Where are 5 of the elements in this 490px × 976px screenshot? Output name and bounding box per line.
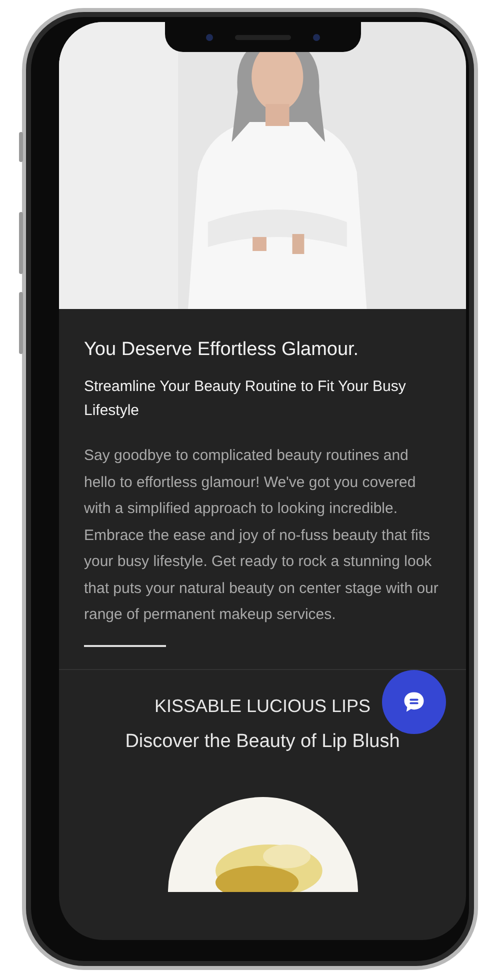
section-title: You Deserve Effortless Glamour. bbox=[84, 339, 360, 361]
body-paragraph: Say goodbye to complicated beauty routines and hello to effortless glamour! We've got you covered with a simplified approach to looking incredible. Embrace the ease and joy of no-fuss beauty that fits your busy lifestyle. Get ready to rock a stunning look that puts your natural beauty on center stage with our range of permanent makeup services. bbox=[84, 446, 440, 625]
feature-subheading: Discover the Beauty of Lip Blush bbox=[125, 730, 400, 752]
feature-heading: KISSABLE LUCIOUS LIPS bbox=[154, 696, 371, 716]
section-subtitle: Streamline Your Beauty Routine to Fit Your Busy Lifestyle bbox=[84, 377, 407, 421]
